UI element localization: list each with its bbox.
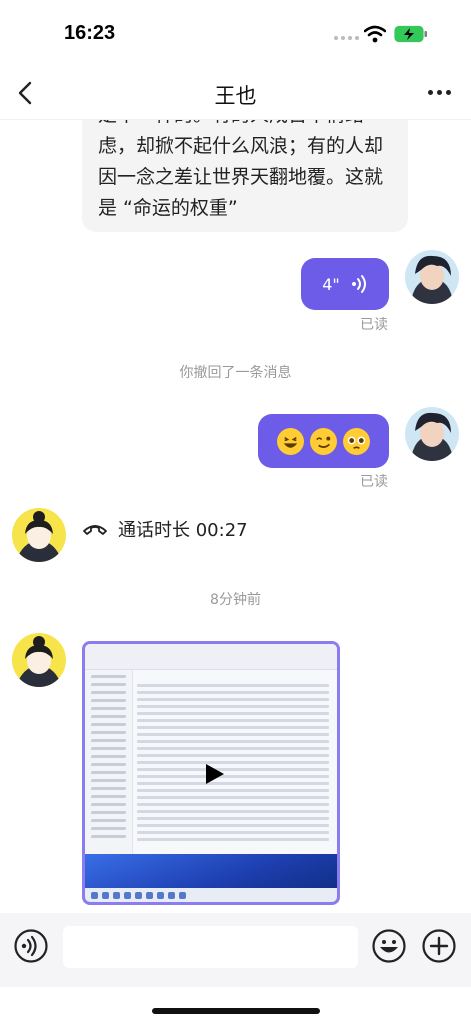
- read-receipt: 已读: [360, 474, 388, 490]
- video-thumbnail-taskbar: [85, 888, 337, 902]
- recall-notice: 你撤回了一条消息: [179, 365, 292, 381]
- grinning-emoji-icon: [277, 427, 304, 455]
- voice-input-icon[interactable]: [13, 928, 49, 964]
- time-divider: 8分钟前: [210, 592, 261, 608]
- nav-bar: 王也: [0, 70, 471, 120]
- text-line: 是 “命运的权重”: [98, 197, 238, 219]
- video-thumbnail-sidebar: [85, 670, 133, 860]
- play-icon[interactable]: [206, 764, 224, 784]
- home-indicator: [152, 1008, 320, 1014]
- status-time: 16:23: [64, 22, 116, 44]
- more-options-icon[interactable]: [428, 90, 451, 95]
- my-avatar[interactable]: [405, 407, 459, 461]
- voice-duration: 4": [322, 274, 340, 294]
- call-record[interactable]: 通话时长 00:27: [82, 516, 248, 542]
- text-line: 因一念之差让世界天翻地覆。这就: [98, 166, 384, 188]
- video-thumbnail-file-list: [137, 680, 329, 860]
- winking-emoji-icon: [310, 427, 337, 455]
- message-input[interactable]: [63, 926, 358, 968]
- my-avatar[interactable]: [405, 250, 459, 304]
- status-bar: 16:23: [0, 0, 471, 70]
- contact-avatar[interactable]: [12, 633, 66, 687]
- text-line: 虑，却掀不起什么风浪；有的人却: [98, 135, 384, 157]
- emoji-picker-icon[interactable]: [371, 928, 407, 964]
- video-message-card[interactable]: [82, 641, 340, 905]
- add-attachment-icon[interactable]: [421, 928, 457, 964]
- wifi-icon: [364, 25, 386, 43]
- call-duration-text: 通话时长 00:27: [118, 520, 248, 541]
- chat-area[interactable]: 是平一样的。有的人成百千情绪 虑，却掀不起什么风浪；有的人却 因一念之差让世界天…: [0, 120, 471, 913]
- pleading-emoji-icon: [343, 427, 370, 455]
- text-line: 是平一样的。有的人成百千情绪: [98, 120, 392, 131]
- video-thumbnail-toolbar: [85, 644, 337, 670]
- contact-avatar[interactable]: [12, 508, 66, 562]
- input-bar: [0, 913, 471, 987]
- emoji-message-bubble[interactable]: [258, 414, 389, 468]
- read-receipt: 已读: [360, 317, 388, 333]
- battery-charging-icon: [394, 25, 427, 43]
- cellular-signal-icon: [334, 36, 359, 40]
- chat-title: 王也: [214, 84, 257, 108]
- incoming-text-bubble[interactable]: 是平一样的。有的人成百千情绪 虑，却掀不起什么风浪；有的人却 因一念之差让世界天…: [82, 120, 408, 232]
- voice-wave-icon: [351, 275, 366, 293]
- voice-message-bubble[interactable]: 4": [301, 258, 389, 310]
- phone-hangup-icon: [83, 525, 107, 535]
